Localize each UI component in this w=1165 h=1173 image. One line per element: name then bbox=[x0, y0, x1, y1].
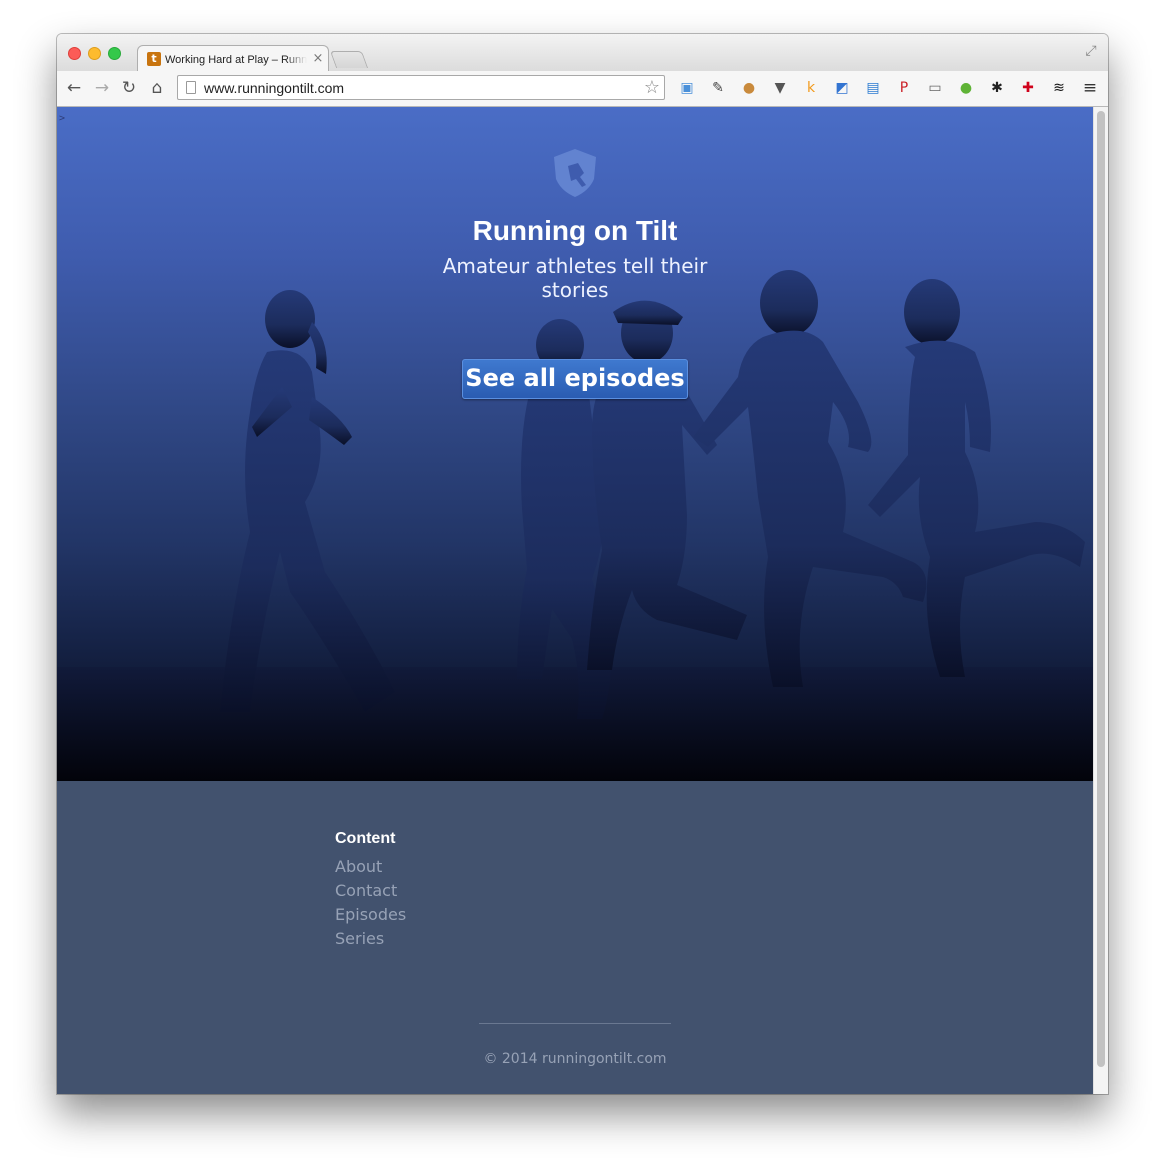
footer-link-episodes[interactable]: Episodes bbox=[335, 904, 406, 926]
footer-heading: Content bbox=[335, 830, 396, 847]
site-logo-icon bbox=[554, 149, 596, 197]
k-icon[interactable]: k bbox=[801, 78, 821, 98]
footer-divider bbox=[479, 1023, 671, 1024]
page-icon bbox=[186, 81, 196, 94]
browser-tab[interactable]: t Working Hard at Play – Running on Tilt… bbox=[137, 45, 329, 73]
see-all-episodes-button[interactable]: See all episodes bbox=[462, 359, 688, 399]
delicious-icon[interactable]: ◩ bbox=[832, 78, 852, 98]
fullscreen-icon[interactable]: ⤢ bbox=[1084, 44, 1098, 58]
cookie-icon[interactable]: ● bbox=[739, 78, 759, 98]
hero-section: > Running on Tilt Amateur athletes tell … bbox=[57, 107, 1093, 781]
address-bar[interactable]: www.runningontilt.com ☆ bbox=[177, 75, 665, 100]
cast-icon[interactable]: ▭ bbox=[925, 78, 945, 98]
minimize-window-button[interactable] bbox=[88, 47, 101, 60]
site-footer: Content About Contact Episodes Series © … bbox=[57, 781, 1093, 1094]
new-tab-button[interactable] bbox=[329, 51, 369, 68]
site-tagline: Amateur athletes tell their stories bbox=[442, 254, 708, 302]
url-text[interactable]: www.runningontilt.com bbox=[204, 80, 344, 96]
maximize-window-button[interactable] bbox=[108, 47, 121, 60]
tab-favicon-icon: t bbox=[147, 52, 161, 66]
window-icon[interactable]: ▣ bbox=[677, 78, 697, 98]
tab-title: Working Hard at Play – Running on Tilt bbox=[165, 54, 307, 66]
evernote-icon[interactable]: ● bbox=[956, 78, 976, 98]
image-icon[interactable]: ▤ bbox=[863, 78, 883, 98]
runners-silhouette-image bbox=[57, 270, 1093, 781]
footer-link-contact[interactable]: Contact bbox=[335, 880, 397, 902]
site-title: Running on Tilt bbox=[472, 215, 678, 246]
bookmark-star-icon[interactable]: ☆ bbox=[642, 78, 662, 98]
wrench-icon[interactable]: ✎ bbox=[708, 78, 728, 98]
footer-link-about[interactable]: About bbox=[335, 856, 382, 878]
forward-button[interactable]: → bbox=[93, 79, 111, 97]
pocket-icon[interactable]: ▼ bbox=[770, 78, 790, 98]
back-button[interactable]: ← bbox=[65, 79, 83, 97]
browser-toolbar: ← → ↻ ⌂ www.runningontilt.com ☆ ▣ ✎ ● ▼ k ◩ ▤ P… bbox=[57, 71, 1108, 107]
menu-icon[interactable]: ≡ bbox=[1081, 79, 1099, 97]
plus-icon[interactable]: ✚ bbox=[1018, 78, 1038, 98]
browser-window: t Working Hard at Play – Running on Tilt… bbox=[57, 34, 1108, 1094]
puzzle-icon[interactable]: ✱ bbox=[987, 78, 1007, 98]
corner-glyph: > bbox=[59, 113, 66, 124]
page-viewport: > Running on Tilt Amateur athletes tell … bbox=[57, 107, 1108, 1094]
close-window-button[interactable] bbox=[68, 47, 81, 60]
vertical-scrollbar[interactable] bbox=[1093, 107, 1108, 1094]
pinterest-icon[interactable]: P bbox=[894, 78, 914, 98]
scrollbar-thumb[interactable] bbox=[1097, 111, 1105, 1067]
tab-close-icon[interactable]: × bbox=[312, 51, 324, 66]
title-bar: t Working Hard at Play – Running on Tilt… bbox=[57, 34, 1108, 73]
layers-icon[interactable]: ≋ bbox=[1049, 78, 1069, 98]
home-button[interactable]: ⌂ bbox=[148, 79, 166, 97]
reload-button[interactable]: ↻ bbox=[120, 79, 138, 97]
copyright-text: © 2014 runningontilt.com bbox=[483, 1051, 667, 1067]
footer-link-series[interactable]: Series bbox=[335, 928, 384, 950]
